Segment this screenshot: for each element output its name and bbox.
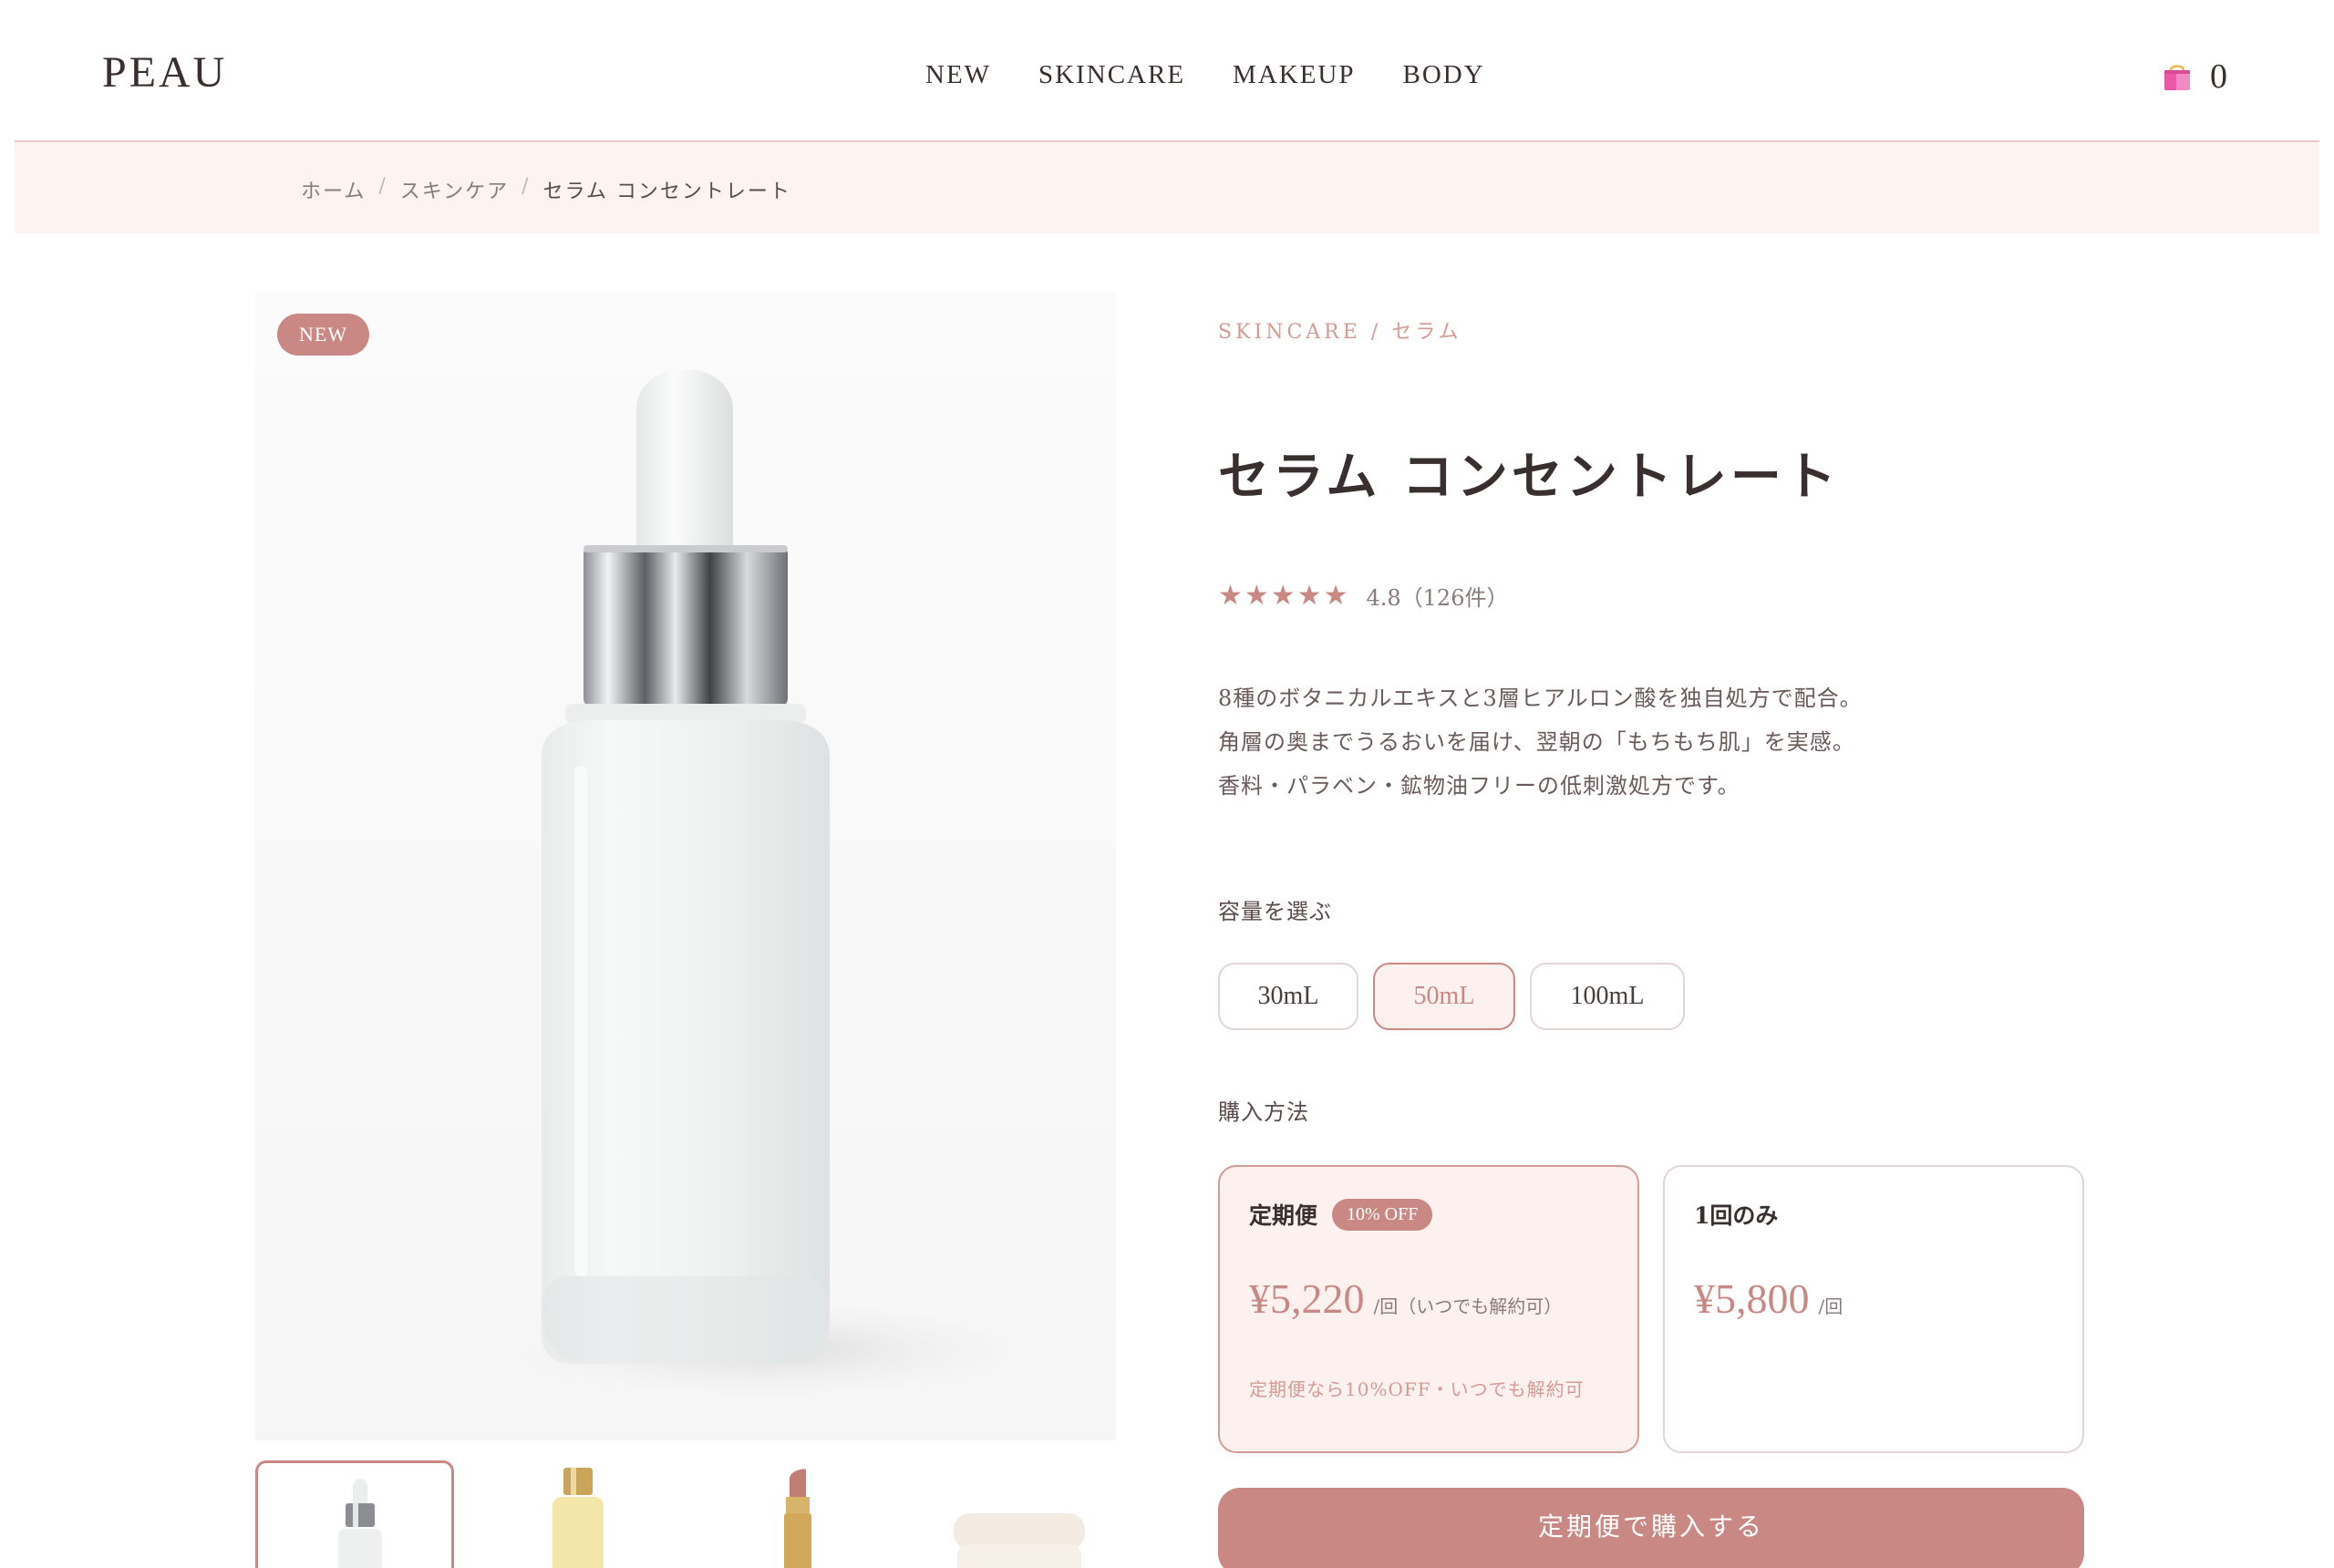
thumbnail-strip <box>255 1460 1116 1568</box>
new-badge: NEW <box>277 314 370 356</box>
main-nav: NEW SKINCARE MAKEUP BODY <box>925 60 1485 90</box>
breadcrumb-separator: / <box>378 175 387 198</box>
breadcrumb-separator: / <box>522 175 531 198</box>
nav-item-makeup[interactable]: MAKEUP <box>1233 60 1355 90</box>
thumbnail-oil[interactable] <box>476 1460 676 1568</box>
thumbnail-lipstick[interactable] <box>697 1460 896 1568</box>
breadcrumb-bar: ホーム / スキンケア / セラム コンセントレート <box>15 142 2319 233</box>
breadcrumb-home[interactable]: ホーム <box>301 175 366 204</box>
price-value: ¥5,220 <box>1249 1275 1365 1322</box>
cart-count: 0 <box>2210 57 2227 96</box>
description-line: 角層の奥までうるおいを届け、翌朝の「もちもち肌」を実感。 <box>1218 729 1855 755</box>
price-unit: /回（いつでも解約可） <box>1373 1295 1563 1317</box>
rating-text: 4.8（126件） <box>1366 585 1509 611</box>
purchase-method-label: 購入方法 <box>1218 1099 1309 1125</box>
description-line: 8種のボタニカルエキスと3層ヒアルロン酸を独自処方で配合。 <box>1218 686 1863 711</box>
description-line: 香料・パラベン・鉱物油フリーの低刺激処方です。 <box>1218 773 1740 799</box>
product-description: 8種のボタニカルエキスと3層ヒアルロン酸を独自処方で配合。 角層の奥までうるおい… <box>1218 676 1863 808</box>
purchase-plans: 定期便 10% OFF ¥5,220 /回（いつでも解約可） 定期便なら10%O… <box>1218 1165 2084 1453</box>
site-header: PEAU NEW SKINCARE MAKEUP BODY 0 <box>0 0 2334 140</box>
size-option-100ml[interactable]: 100mL <box>1530 963 1685 1030</box>
size-options: 30mL 50mL 100mL <box>1218 963 1685 1030</box>
buy-subscription-button[interactable]: 定期便で購入する <box>1218 1488 2084 1568</box>
nav-item-skincare[interactable]: SKINCARE <box>1038 60 1185 90</box>
brand-logo[interactable]: PEAU <box>102 47 227 98</box>
breadcrumb-current: セラム コンセントレート <box>542 181 791 203</box>
product-category: SKINCARE / セラム <box>1218 321 1462 344</box>
product-rating[interactable]: ★★★★★ 4.8（126件） <box>1218 580 1508 612</box>
shopping-bag-icon <box>2161 60 2194 93</box>
breadcrumb: ホーム / スキンケア / セラム コンセントレート <box>301 175 791 204</box>
thumbnail-serum[interactable] <box>255 1460 455 1568</box>
plan-note: 定期便なら10%OFF・いつでも解約可 <box>1249 1378 1585 1400</box>
cart-button[interactable]: 0 <box>2161 57 2227 97</box>
plan-header: 1回のみ <box>1694 1198 1778 1231</box>
size-option-50ml[interactable]: 50mL <box>1373 963 1515 1030</box>
size-label: 容量を選ぶ <box>1218 899 1332 924</box>
product-title: セラム コンセントレート <box>1218 447 1840 507</box>
plan-subscription[interactable]: 定期便 10% OFF ¥5,220 /回（いつでも解約可） 定期便なら10%O… <box>1218 1165 1639 1453</box>
nav-item-body[interactable]: BODY <box>1403 60 1485 90</box>
plan-name: 1回のみ <box>1694 1202 1779 1229</box>
nav-item-new[interactable]: NEW <box>925 60 991 90</box>
plan-price: ¥5,800 /回 <box>1694 1274 1843 1323</box>
serum-bottle-image <box>465 369 1067 1404</box>
star-rating-icon: ★★★★★ <box>1218 580 1350 612</box>
plan-name: 定期便 <box>1249 1202 1318 1229</box>
plan-price: ¥5,220 /回（いつでも解約可） <box>1249 1274 1562 1323</box>
discount-badge: 10% OFF <box>1332 1198 1433 1231</box>
price-value: ¥5,800 <box>1694 1275 1810 1322</box>
plan-one-time[interactable]: 1回のみ ¥5,800 /回 <box>1663 1165 2084 1453</box>
plan-header: 定期便 10% OFF <box>1249 1198 1433 1231</box>
breadcrumb-skincare[interactable]: スキンケア <box>400 175 509 204</box>
thumbnail-cream[interactable] <box>917 1460 1116 1568</box>
product-main-image <box>255 292 1116 1440</box>
price-unit: /回 <box>1818 1295 1843 1317</box>
size-option-30ml[interactable]: 30mL <box>1218 963 1358 1030</box>
